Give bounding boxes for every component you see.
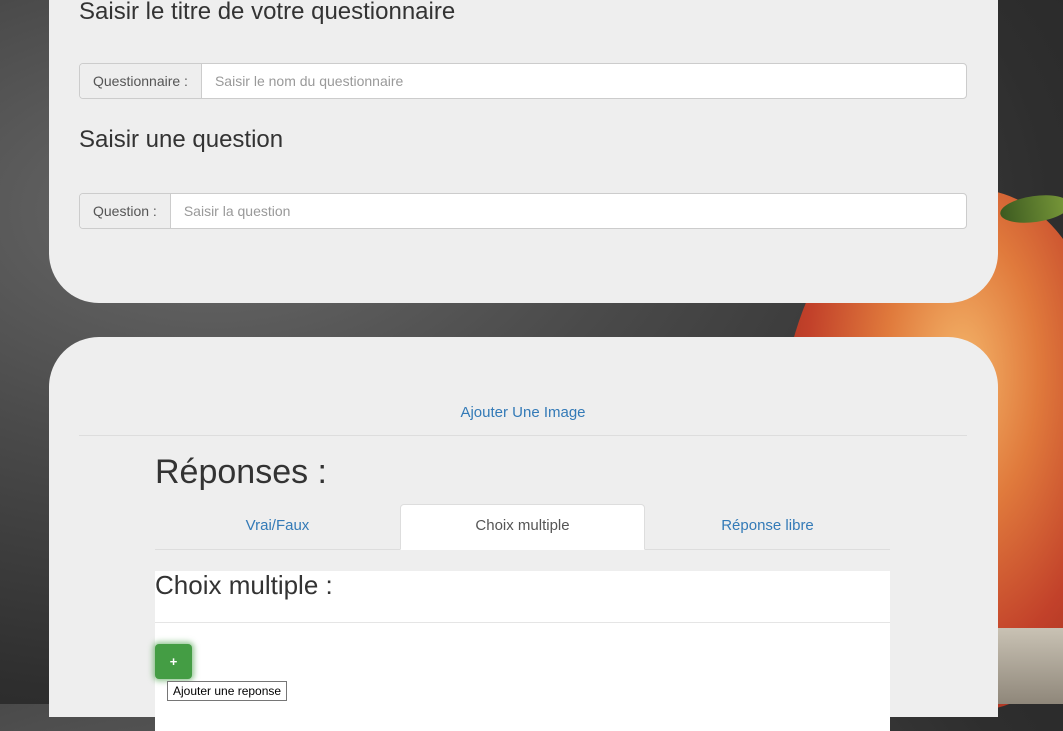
add-image-row: Ajouter Une Image [79, 399, 967, 436]
add-answer-button[interactable]: + [155, 644, 192, 679]
questionnaire-name-input[interactable] [201, 64, 966, 98]
multiple-choice-heading: Choix multiple : [155, 570, 333, 600]
question-panel: Saisir le titre de votre questionnaire Q… [49, 0, 998, 303]
add-image-link[interactable]: Ajouter Une Image [460, 404, 585, 421]
questionnaire-input-group: Questionnaire : [79, 63, 967, 99]
responses-panel: Ajouter Une Image Réponses : Vrai/Faux C… [49, 337, 998, 731]
response-type-tabs: Vrai/Faux Choix multiple Réponse libre [155, 504, 890, 550]
questionnaire-title-heading: Saisir le titre de votre questionnaire [79, 0, 456, 25]
add-answer-tooltip: Ajouter une reponse [167, 681, 288, 701]
questionnaire-label: Questionnaire : [80, 64, 202, 98]
background-table [990, 628, 1063, 704]
tab-reponse-libre[interactable]: Réponse libre [645, 504, 890, 550]
multiple-choice-panel: Choix multiple : + Ajouter une reponse [155, 571, 890, 731]
question-input[interactable] [170, 194, 966, 228]
question-input-group: Question : [79, 193, 967, 229]
tab-choix-multiple[interactable]: Choix multiple [400, 504, 645, 550]
question-label: Question : [80, 194, 171, 228]
multiple-choice-header: Choix multiple : [155, 571, 890, 623]
responses-heading: Réponses : [155, 453, 327, 491]
tab-vrai-faux[interactable]: Vrai/Faux [155, 504, 400, 550]
question-heading: Saisir une question [79, 126, 284, 153]
